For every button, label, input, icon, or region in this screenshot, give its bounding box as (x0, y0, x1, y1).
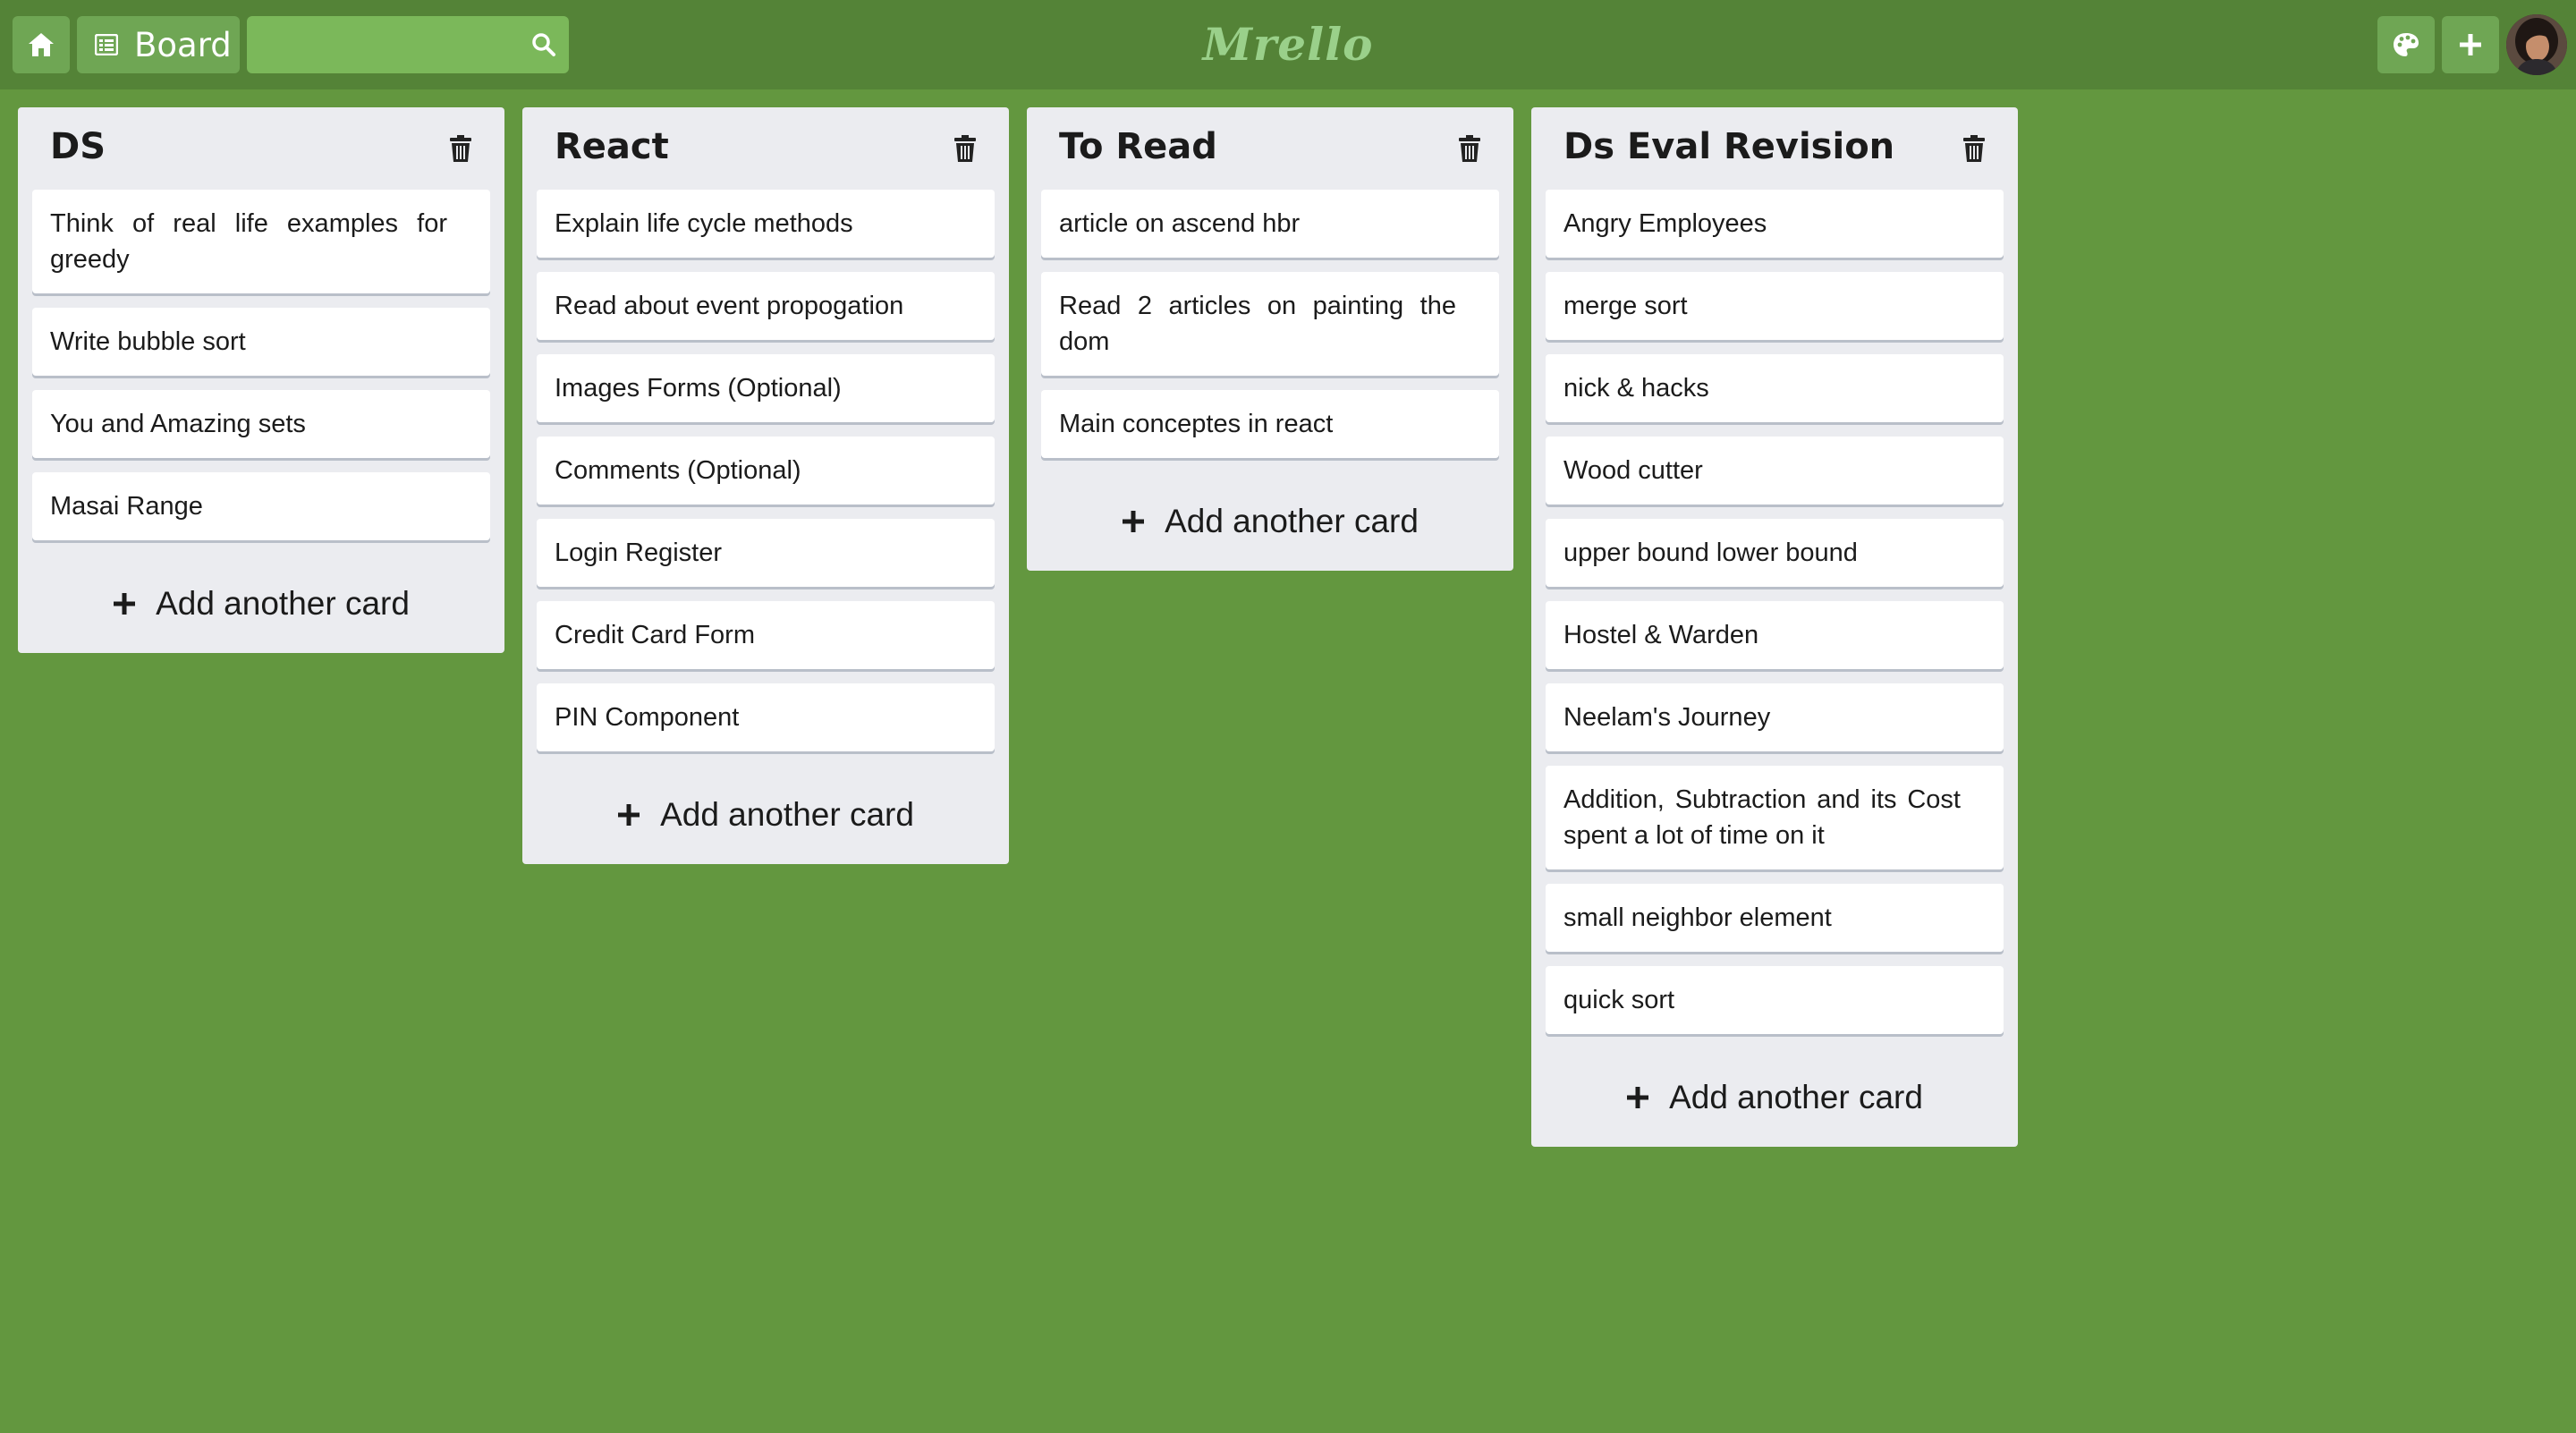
card[interactable]: Write bubble sort (32, 308, 490, 376)
card[interactable]: Addition, Subtraction and its Cost spent… (1546, 766, 2004, 869)
plus-icon (2458, 32, 2483, 57)
palette-icon (2392, 31, 2420, 58)
change-background-button[interactable] (2377, 16, 2435, 73)
add-card-label: Add another card (1669, 1079, 1923, 1115)
card[interactable]: Read 2 articles on painting the dom (1041, 272, 1499, 376)
card[interactable]: Explain life cycle methods (537, 190, 995, 258)
list-ds-eval-revision: Ds Eval Revision Angry Employees merge s… (1531, 107, 2018, 1147)
card[interactable]: article on ascend hbr (1041, 190, 1499, 258)
list-to-read: To Read article on ascend hbr Read 2 art… (1027, 107, 1513, 571)
card[interactable]: quick sort (1546, 966, 2004, 1034)
card[interactable]: Wood cutter (1546, 437, 2004, 505)
list-header: DS (32, 107, 490, 190)
list-ds: DS Think of real life examples for greed… (18, 107, 504, 653)
list-title: To Read (1059, 126, 1217, 167)
search-box (247, 16, 569, 73)
board-icon (95, 34, 118, 55)
card[interactable]: Think of real life examples for greedy (32, 190, 490, 293)
search-icon[interactable] (528, 29, 560, 61)
list-react: React Explain life cycle methods Read ab… (522, 107, 1009, 864)
list-header: Ds Eval Revision (1546, 107, 2004, 190)
home-button[interactable] (13, 16, 70, 73)
card[interactable]: You and Amazing sets (32, 390, 490, 458)
avatar[interactable] (2506, 14, 2567, 75)
list-title: DS (50, 126, 106, 167)
card[interactable]: Read about event propogation (537, 272, 995, 340)
card[interactable]: Images Forms (Optional) (537, 354, 995, 422)
add-card-label: Add another card (1165, 503, 1419, 539)
card[interactable]: Main conceptes in react (1041, 390, 1499, 458)
card[interactable]: Comments (Optional) (537, 437, 995, 505)
card[interactable]: Angry Employees (1546, 190, 2004, 258)
card[interactable]: Login Register (537, 519, 995, 587)
card[interactable]: merge sort (1546, 272, 2004, 340)
add-card-label: Add another card (660, 796, 914, 833)
add-card-label: Add another card (156, 585, 410, 622)
card[interactable]: PIN Component (537, 683, 995, 751)
top-bar: Board Mrello (0, 0, 2576, 89)
plus-icon (1122, 510, 1145, 533)
add-card-button[interactable]: Add another card (1041, 472, 1499, 571)
board-button[interactable]: Board (77, 16, 240, 73)
add-card-button[interactable]: Add another card (32, 555, 490, 653)
trash-icon[interactable] (1456, 132, 1483, 165)
home-icon (27, 31, 55, 58)
add-card-button[interactable]: Add another card (1546, 1048, 2004, 1147)
app-logo: Mrello (1202, 18, 1374, 71)
list-header: To Read (1041, 107, 1499, 190)
list-title: React (555, 126, 669, 167)
trash-icon[interactable] (952, 132, 979, 165)
card[interactable]: Masai Range (32, 472, 490, 540)
add-list-button[interactable] (2442, 16, 2499, 73)
card[interactable]: nick & hacks (1546, 354, 2004, 422)
card[interactable]: upper bound lower bound (1546, 519, 2004, 587)
card[interactable]: Hostel & Warden (1546, 601, 2004, 669)
list-title: Ds Eval Revision (1563, 126, 1895, 167)
board-button-label: Board (134, 25, 232, 64)
plus-icon (1626, 1086, 1649, 1109)
card[interactable]: small neighbor element (1546, 884, 2004, 952)
card[interactable]: Neelam's Journey (1546, 683, 2004, 751)
plus-icon (617, 803, 640, 827)
plus-icon (113, 592, 136, 615)
add-card-button[interactable]: Add another card (537, 766, 995, 864)
list-header: React (537, 107, 995, 190)
card[interactable]: Credit Card Form (537, 601, 995, 669)
trash-icon[interactable] (447, 132, 474, 165)
search-input[interactable] (247, 16, 506, 73)
trash-icon[interactable] (1961, 132, 1987, 165)
